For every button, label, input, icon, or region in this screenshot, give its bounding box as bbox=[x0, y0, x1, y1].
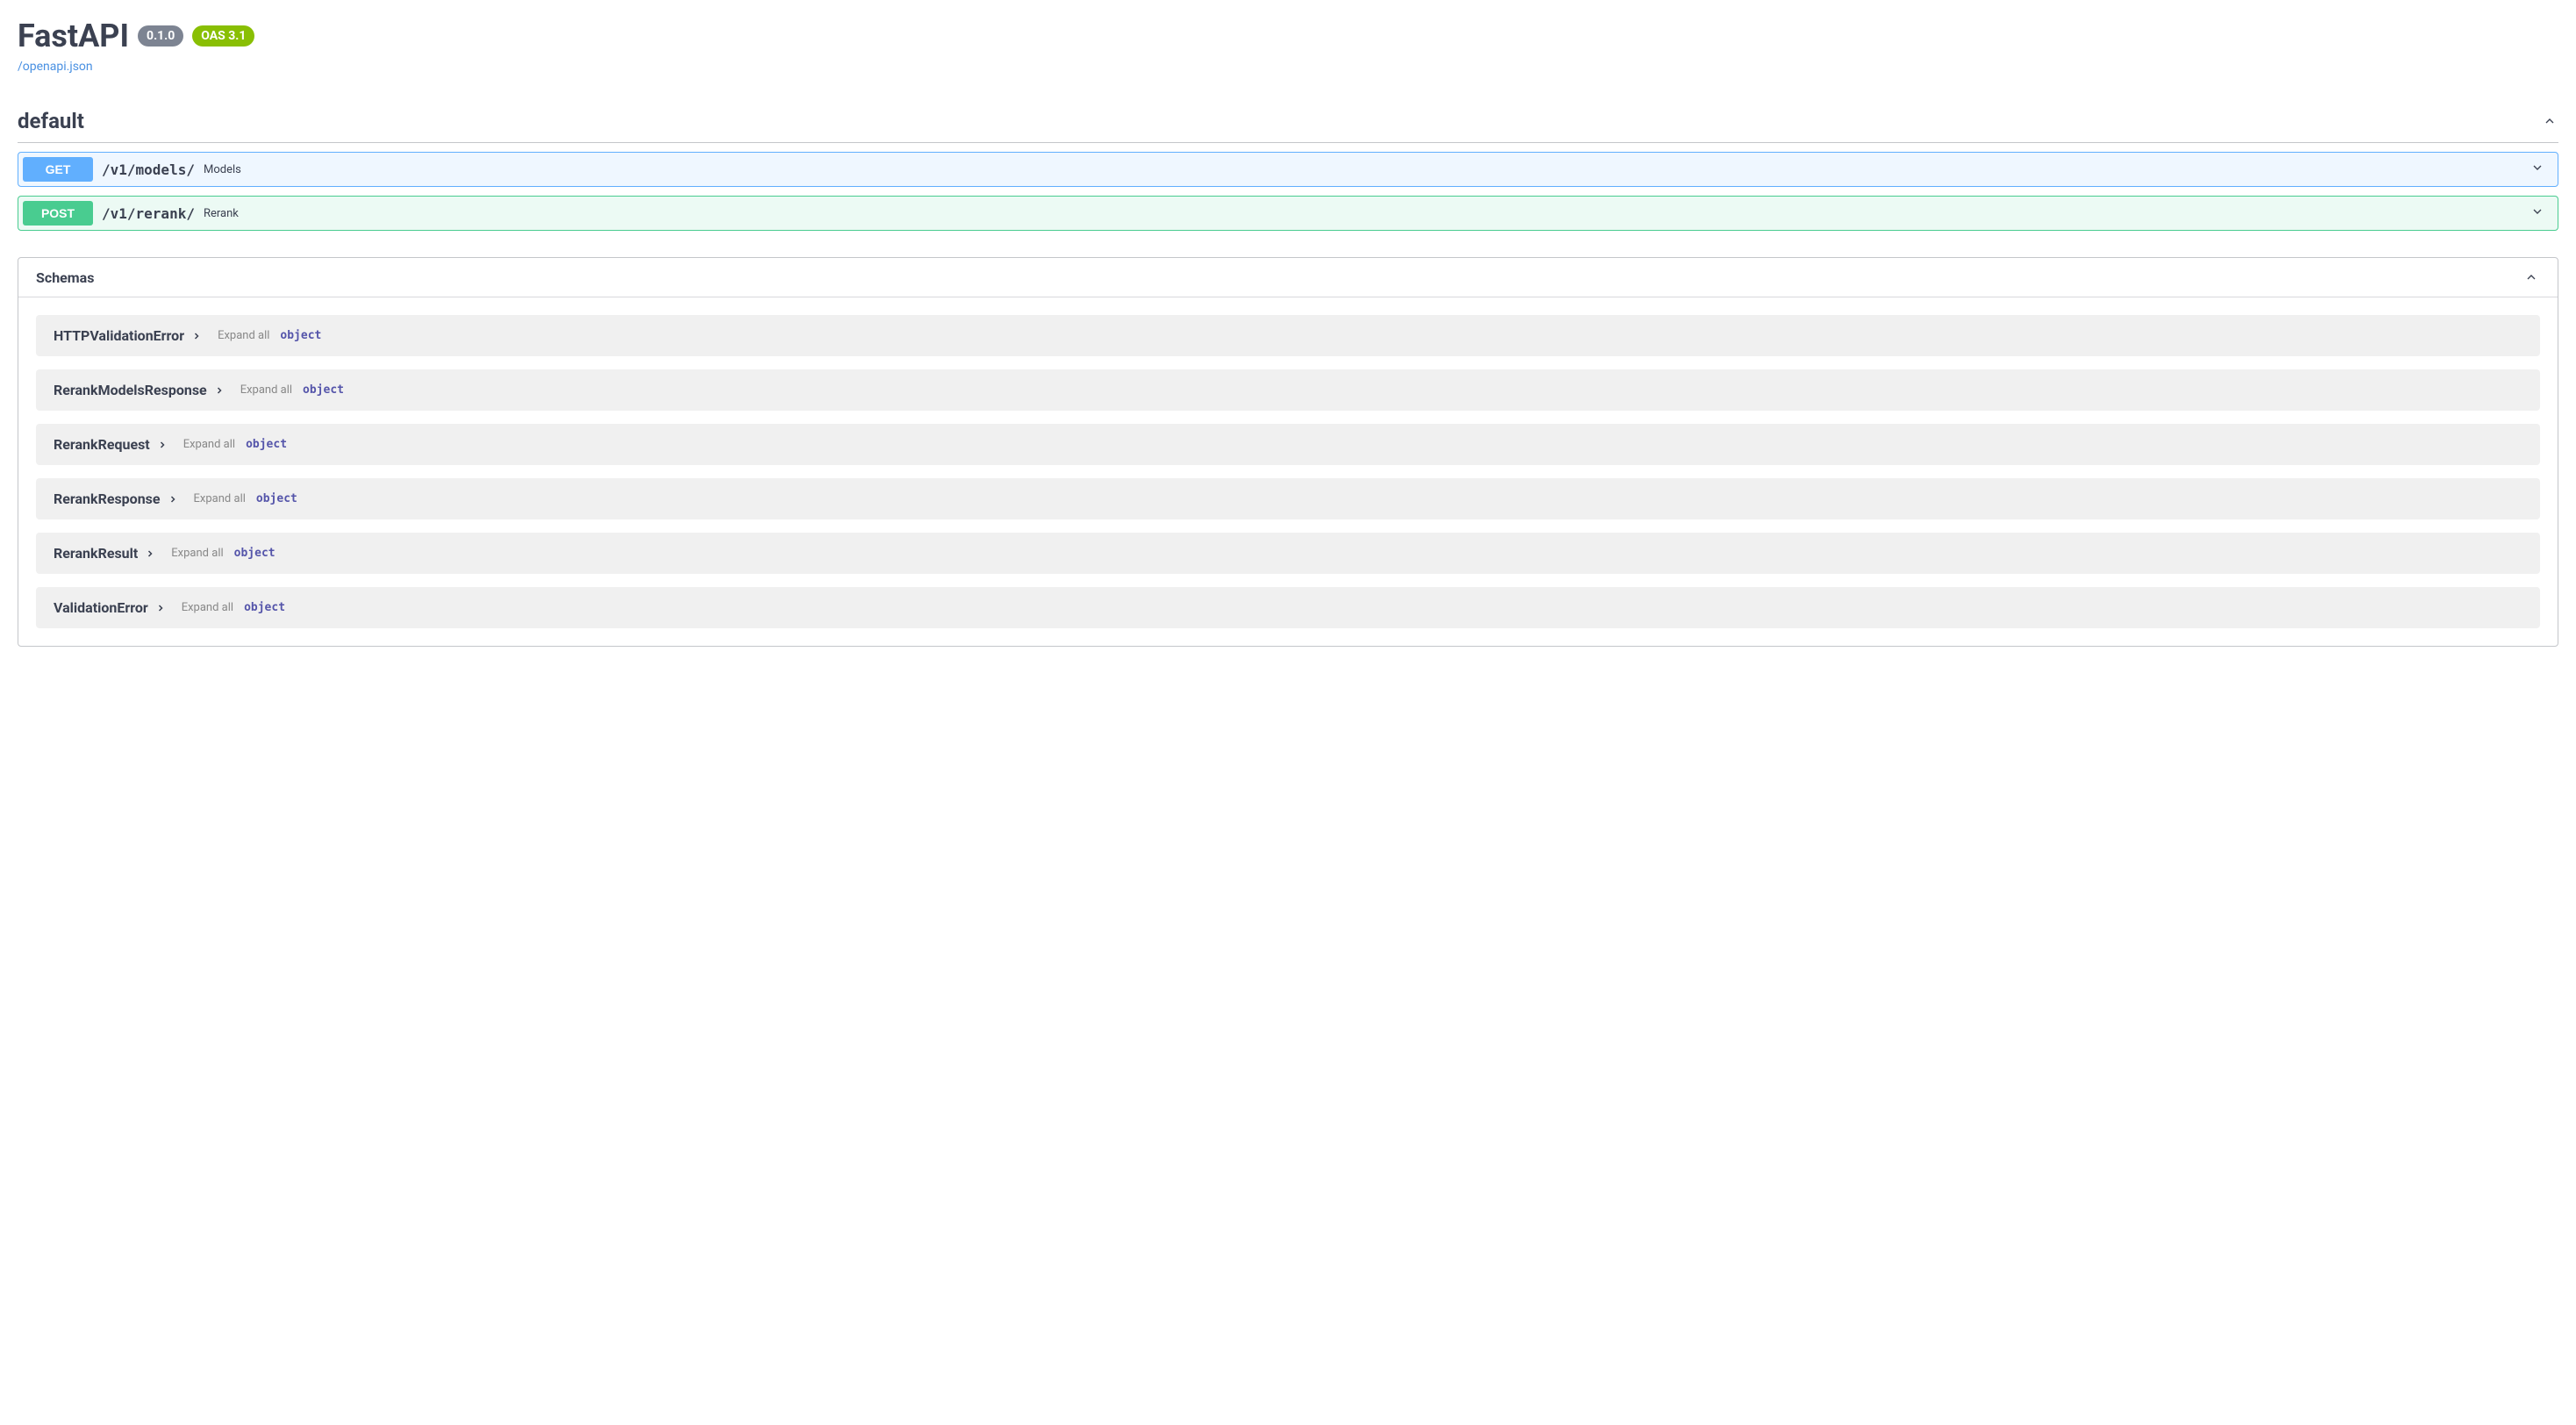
api-title: FastAPI bbox=[18, 18, 129, 54]
endpoint-path: /v1/rerank/ bbox=[102, 205, 195, 222]
schema-type: object bbox=[303, 383, 344, 397]
schema-item-rerankresult[interactable]: RerankResult Expand all object bbox=[36, 533, 2540, 574]
endpoint-summary[interactable]: POST /v1/rerank/ Rerank bbox=[18, 197, 2558, 230]
version-badge: 0.1.0 bbox=[138, 25, 183, 47]
schema-item-rerankresponse[interactable]: RerankResponse Expand all object bbox=[36, 478, 2540, 519]
section-header-default[interactable]: default bbox=[18, 100, 2558, 143]
endpoint-desc: Models bbox=[204, 163, 241, 176]
schema-type: object bbox=[244, 601, 285, 614]
endpoint-post-rerank[interactable]: POST /v1/rerank/ Rerank bbox=[18, 196, 2558, 231]
endpoint-summary[interactable]: GET /v1/models/ Models bbox=[18, 153, 2558, 186]
api-header: FastAPI 0.1.0 OAS 3.1 /openapi.json bbox=[18, 18, 2558, 74]
chevron-right-icon bbox=[155, 603, 166, 613]
oas-badge: OAS 3.1 bbox=[192, 25, 254, 47]
expand-all-button[interactable]: Expand all bbox=[183, 438, 235, 451]
endpoint-get-models[interactable]: GET /v1/models/ Models bbox=[18, 152, 2558, 187]
expand-all-button[interactable]: Expand all bbox=[240, 383, 292, 397]
schema-name: RerankModelsResponse bbox=[54, 382, 207, 398]
chevron-down-icon bbox=[2530, 204, 2553, 222]
schema-item-validationerror[interactable]: ValidationError Expand all object bbox=[36, 587, 2540, 628]
schemas-container: Schemas HTTPValidationError Expand all o… bbox=[18, 257, 2558, 647]
chevron-right-icon bbox=[191, 331, 202, 341]
title-row: FastAPI 0.1.0 OAS 3.1 bbox=[18, 18, 2558, 54]
chevron-up-icon bbox=[2522, 269, 2540, 286]
chevron-right-icon bbox=[168, 494, 178, 505]
expand-all-button[interactable]: Expand all bbox=[194, 492, 246, 505]
schema-name: HTTPValidationError bbox=[54, 327, 184, 344]
schemas-title: Schemas bbox=[36, 269, 94, 286]
schema-type: object bbox=[280, 329, 321, 342]
section-title: default bbox=[18, 109, 84, 133]
schema-item-httpvalidationerror[interactable]: HTTPValidationError Expand all object bbox=[36, 315, 2540, 356]
method-badge-get: GET bbox=[23, 157, 93, 182]
schema-name: RerankResult bbox=[54, 545, 138, 562]
openapi-link[interactable]: /openapi.json bbox=[18, 60, 93, 74]
chevron-down-icon bbox=[2530, 161, 2553, 178]
schema-name: RerankRequest bbox=[54, 436, 150, 453]
expand-all-button[interactable]: Expand all bbox=[171, 547, 223, 560]
schema-type: object bbox=[246, 438, 287, 451]
endpoint-desc: Rerank bbox=[204, 207, 239, 220]
schema-item-rerankmodelsresponse[interactable]: RerankModelsResponse Expand all object bbox=[36, 369, 2540, 411]
chevron-up-icon bbox=[2541, 112, 2558, 130]
expand-all-button[interactable]: Expand all bbox=[218, 329, 269, 342]
chevron-right-icon bbox=[214, 385, 225, 396]
schemas-body: HTTPValidationError Expand all object Re… bbox=[18, 297, 2558, 646]
chevron-right-icon bbox=[145, 548, 155, 559]
schema-type: object bbox=[256, 492, 297, 505]
schema-item-rerankrequest[interactable]: RerankRequest Expand all object bbox=[36, 424, 2540, 465]
schema-type: object bbox=[234, 547, 275, 560]
chevron-right-icon bbox=[157, 440, 168, 450]
method-badge-post: POST bbox=[23, 201, 93, 226]
schemas-header[interactable]: Schemas bbox=[18, 258, 2558, 297]
endpoint-path: /v1/models/ bbox=[102, 161, 195, 178]
schema-name: RerankResponse bbox=[54, 491, 161, 507]
expand-all-button[interactable]: Expand all bbox=[182, 601, 233, 614]
schema-name: ValidationError bbox=[54, 599, 148, 616]
